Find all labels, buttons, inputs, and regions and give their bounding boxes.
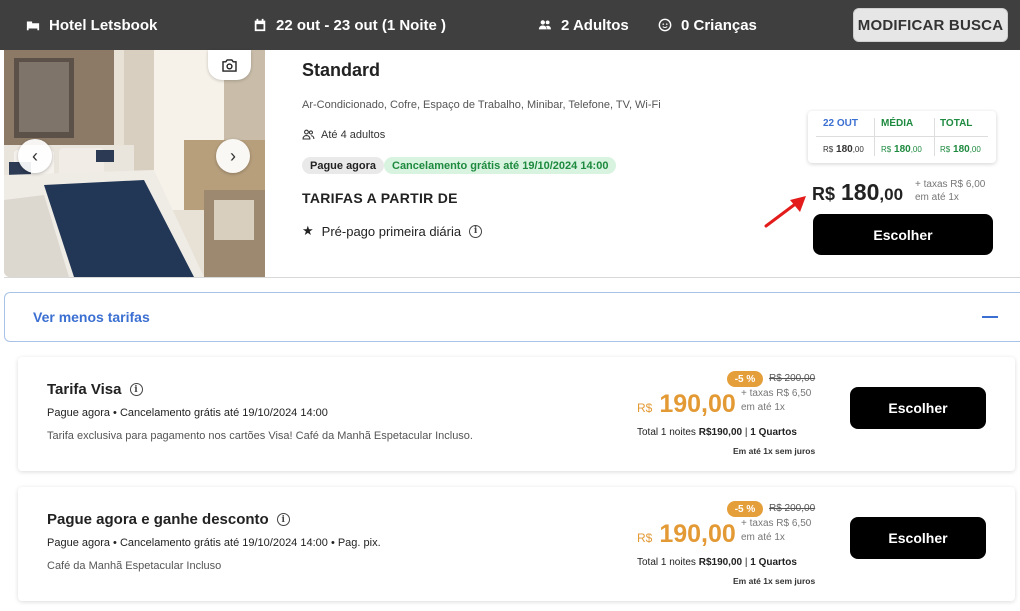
- rate-price: R$ 190,00: [637, 520, 736, 548]
- room-price: R$ 180 ,00: [812, 179, 904, 205]
- price-table-divider: [816, 136, 988, 137]
- price-table-divider: [934, 118, 935, 156]
- payment-badge: Pague agora: [302, 157, 385, 174]
- nightly-price-table: 22 OUT MÉDIA TOTAL R$ 180,00 R$ 180,00 R…: [808, 111, 996, 163]
- room-title: Standard: [302, 60, 381, 80]
- price-table-divider: [874, 118, 875, 156]
- price-table-value: R$ 180,00: [881, 144, 922, 155]
- rate-title: Tarifa Visa i: [47, 381, 143, 398]
- room-divider: [4, 277, 1020, 278]
- toggle-rates-bar[interactable]: Ver menos tarifas: [4, 292, 1020, 342]
- discount-badge: -5 %: [727, 371, 763, 387]
- modify-search-button[interactable]: MODIFICAR BUSCA: [853, 8, 1008, 42]
- star-icon: ★: [302, 223, 314, 238]
- rate-card: Pague agora e ganhe desconto i Pague ago…: [18, 487, 1015, 601]
- hotel-icon: [25, 17, 41, 33]
- rate-description: Café da Manhã Espetacular Incluso: [47, 560, 222, 572]
- price-table-header: 22 OUT: [823, 118, 859, 129]
- price-table-header: MÉDIA: [881, 118, 914, 129]
- prepaid-note: ★ Pré-pago primeira diária i: [302, 223, 483, 239]
- price-table-header: TOTAL: [940, 118, 973, 129]
- room-taxes: + taxas R$ 6,00 em até 1x: [915, 179, 986, 203]
- people-icon: [537, 17, 553, 33]
- info-icon[interactable]: i: [469, 224, 483, 238]
- rate-installments: Em até 1x sem juros: [733, 446, 816, 456]
- old-price: R$ 200,00: [769, 373, 816, 384]
- rate-taxes: + taxas R$ 6,50 em até 1x: [741, 518, 812, 543]
- rate-conditions: Pague agora • Cancelamento grátis até 19…: [47, 407, 328, 419]
- rate-price: R$ 190,00: [637, 390, 736, 418]
- rate-installments: Em até 1x sem juros: [733, 576, 816, 586]
- room-capacity: Até 4 adultos: [302, 128, 385, 141]
- child-icon: [657, 17, 673, 33]
- adults-count: 2 Adultos: [537, 0, 629, 50]
- cancellation-badge: Cancelamento grátis até 19/10/2024 14:00: [384, 157, 617, 174]
- date-range: 22 out - 23 out (1 Noite ): [252, 0, 446, 50]
- chevron-left-icon: ‹: [32, 145, 38, 166]
- price-table-value: R$ 180,00: [823, 144, 864, 155]
- rate-total: Total 1 noites R$190,00 | 1 Quartos: [637, 557, 797, 568]
- info-icon[interactable]: i: [129, 383, 143, 396]
- children-count: 0 Crianças: [657, 0, 757, 50]
- choose-rate-button[interactable]: Escolher: [850, 387, 986, 429]
- choose-rate-button[interactable]: Escolher: [850, 517, 986, 559]
- rate-conditions: Pague agora • Cancelamento grátis até 19…: [47, 537, 381, 549]
- minus-icon[interactable]: [982, 316, 998, 318]
- rate-total: Total 1 noites R$190,00 | 1 Quartos: [637, 427, 797, 438]
- rate-title: Pague agora e ganhe desconto i: [47, 511, 290, 528]
- rates-from-label: TARIFAS A PARTIR DE: [302, 190, 458, 206]
- discount-badge: -5 %: [727, 501, 763, 517]
- camera-icon: [222, 58, 237, 72]
- rate-card: Tarifa Visa i Pague agora • Cancelamento…: [18, 357, 1015, 471]
- rate-taxes: + taxas R$ 6,50 em até 1x: [741, 388, 812, 413]
- hotel-name: Hotel Letsbook: [25, 0, 157, 50]
- calendar-icon: [252, 17, 268, 33]
- red-arrow-annotation: [764, 196, 806, 228]
- people-icon: [302, 129, 315, 140]
- room-amenities: Ar-Condicionado, Cofre, Espaço de Trabal…: [302, 99, 661, 111]
- photo-next-button[interactable]: ›: [216, 139, 250, 173]
- rate-description: Tarifa exclusiva para pagamento nos cart…: [47, 430, 473, 442]
- old-price: R$ 200,00: [769, 503, 816, 514]
- info-icon[interactable]: i: [276, 513, 290, 526]
- chevron-right-icon: ›: [230, 145, 236, 166]
- photo-gallery-button[interactable]: [208, 50, 251, 80]
- toggle-rates-label[interactable]: Ver menos tarifas: [33, 309, 150, 325]
- search-summary-bar: Hotel Letsbook 22 out - 23 out (1 Noite …: [0, 0, 1020, 50]
- photo-prev-button[interactable]: ‹: [18, 139, 52, 173]
- choose-room-button[interactable]: Escolher: [813, 214, 993, 255]
- price-table-value: R$ 180,00: [940, 144, 981, 155]
